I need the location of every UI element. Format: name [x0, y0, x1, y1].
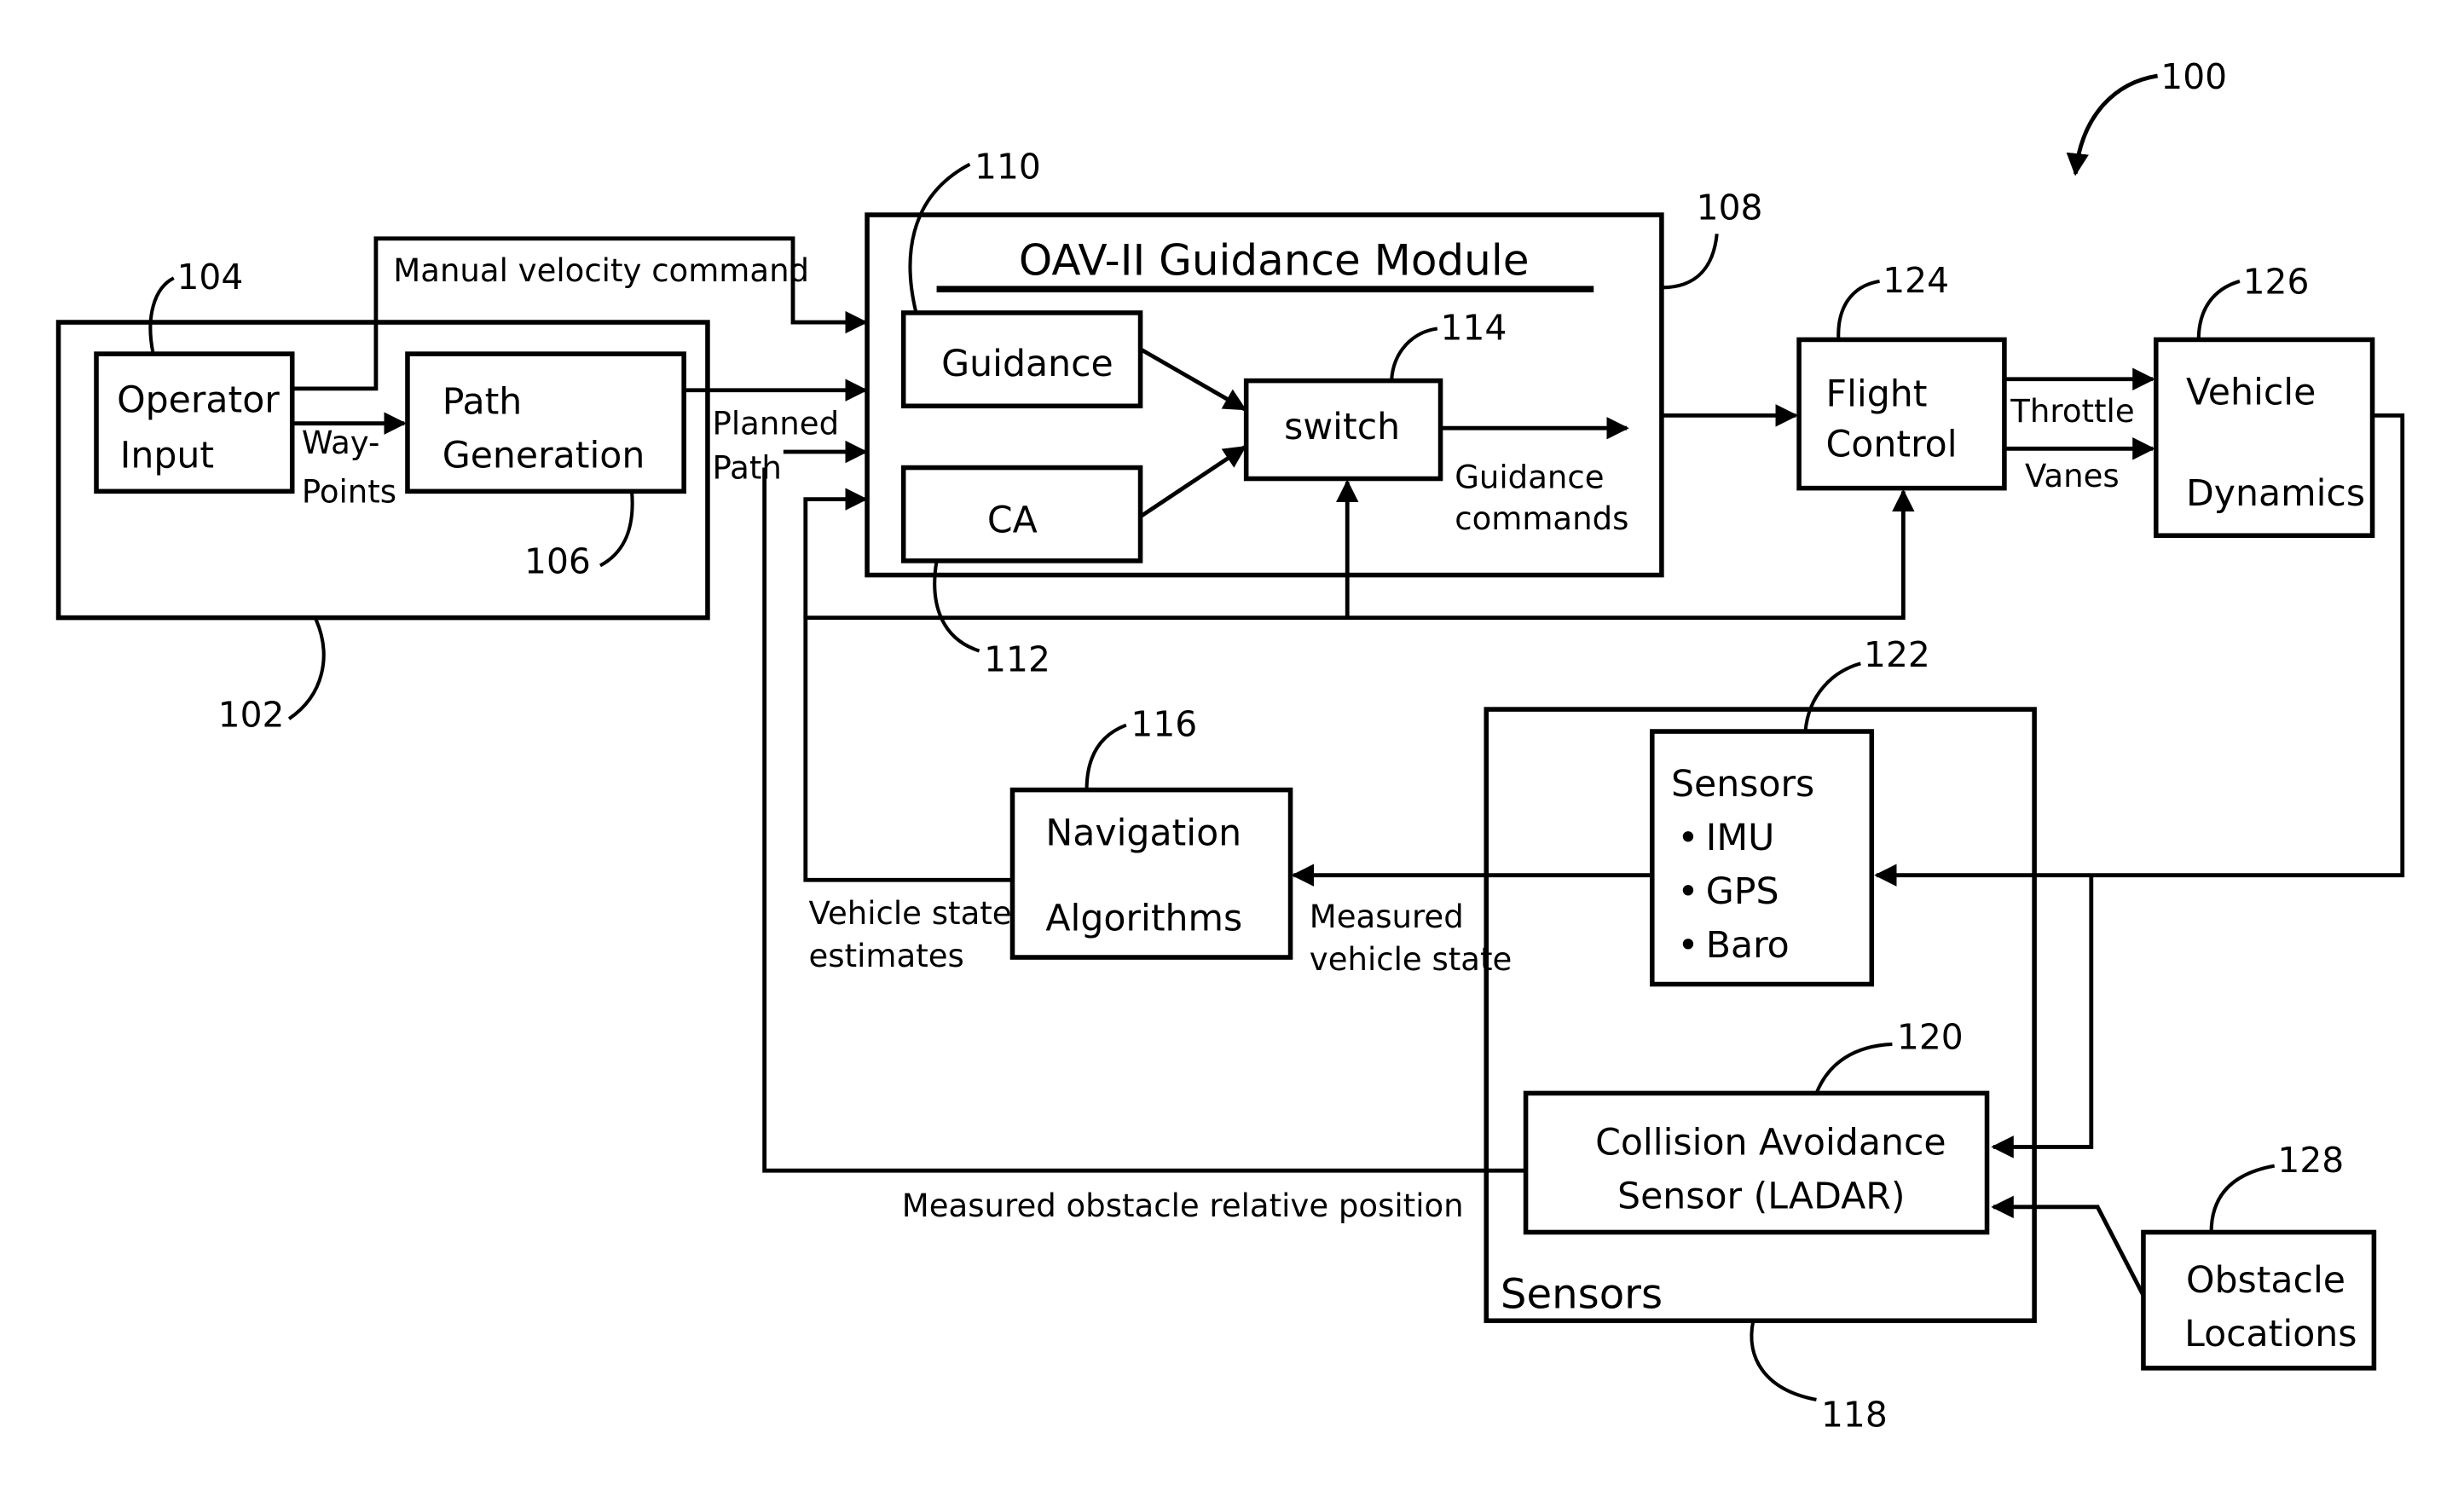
vehicle-dynamics-label-line1: Vehicle — [2186, 371, 2316, 413]
ref-126-label: 126 — [2243, 262, 2310, 303]
ref-102-leader — [287, 618, 326, 720]
state-to-guidance-module-arrow — [803, 488, 868, 618]
ref-106-label: 106 — [524, 541, 591, 582]
sensor-item-gps: GPS — [1706, 870, 1779, 913]
sensor-item-baro: Baro — [1706, 924, 1790, 967]
ref-110-label: 110 — [975, 146, 1041, 187]
guidance-commands-label-line2: commands — [1455, 500, 1628, 537]
ref-126-leader — [2196, 279, 2241, 340]
flight-control-label-line1: Flight — [1826, 373, 1928, 415]
ca-sensor-label-line1: Collision Avoidance — [1595, 1122, 1946, 1164]
flight-control-label-line2: Control — [1826, 424, 1958, 466]
ref-124-label: 124 — [1883, 260, 1949, 301]
measured-vehicle-state-label-line1: Measured — [1310, 899, 1464, 935]
ref-114-label: 114 — [1441, 307, 1507, 348]
ref-122-label: 122 — [1864, 634, 1930, 675]
path-generation-label-line1: Path — [442, 381, 523, 424]
manual-velocity-command-label: Manual velocity command — [393, 252, 809, 289]
throttle-label: Throttle — [2010, 393, 2134, 430]
planned-path-label-line2: Path — [713, 450, 782, 487]
vehicle-dynamics-label-line2: Dynamics — [2186, 472, 2365, 515]
sensors-list: • IMU • GPS • Baro — [1677, 817, 1789, 967]
ref-120-leader — [1814, 1042, 1893, 1095]
operator-input-label-line2: Input — [120, 435, 214, 477]
navigation-label-line2: Algorithms — [1045, 898, 1242, 940]
ref-120-label: 120 — [1897, 1017, 1964, 1058]
vehicle-state-estimates-label-line2: estimates — [809, 938, 964, 974]
ref-100-label: 100 — [2160, 56, 2227, 97]
planned-path-label-line1: Planned — [713, 406, 840, 442]
sensors-block-title: Sensors — [1671, 763, 1814, 806]
ref-118-label: 118 — [1821, 1394, 1888, 1435]
ref-128-label: 128 — [2277, 1140, 2344, 1181]
ref-112-label: 112 — [984, 639, 1050, 680]
waypoints-label-line1: Way- — [302, 425, 380, 461]
ref-104-label: 104 — [176, 257, 243, 298]
ref-116-leader — [1085, 723, 1127, 790]
ref-118-leader — [1750, 1320, 1817, 1401]
vehicle-state-estimates-label-line1: Vehicle state — [809, 895, 1012, 932]
ref-100-curved-arrow — [2066, 73, 2158, 176]
path-generation-label-line2: Generation — [442, 435, 645, 477]
measured-vehicle-state-label-line2: vehicle state — [1310, 941, 1513, 978]
sensor-item-bullet: • — [1677, 817, 1698, 859]
operator-input-label-line1: Operator — [117, 379, 280, 422]
sensor-item-bullet: • — [1677, 870, 1698, 913]
vehicle-dynamics-to-ca-sensor-arrow — [1991, 875, 2094, 1159]
sensor-item-imu: IMU — [1706, 817, 1775, 859]
sensors-group-label: Sensors — [1501, 1270, 1663, 1318]
switch-block-label: switch — [1284, 406, 1400, 448]
obstacle-locations-label-line1: Obstacle — [2186, 1259, 2345, 1302]
figure-reference-100: 100 — [2066, 56, 2227, 176]
ref-102-label: 102 — [218, 694, 285, 735]
obstacle-locations-to-ca-sensor-arrow — [1991, 1195, 2146, 1297]
measured-obstacle-position-label: Measured obstacle relative position — [902, 1187, 1464, 1224]
ref-122-leader — [1803, 662, 1861, 732]
ca-sensor-label-line2: Sensor (LADAR) — [1617, 1176, 1905, 1218]
ref-108-label: 108 — [1697, 188, 1763, 228]
sensor-item-bullet: • — [1677, 924, 1698, 967]
ref-128-leader — [2209, 1164, 2276, 1233]
guidance-block-label: Guidance — [941, 343, 1113, 385]
navigation-label-line1: Navigation — [1045, 812, 1241, 854]
obstacle-locations-label-line2: Locations — [2184, 1313, 2357, 1355]
waypoints-label-line2: Points — [302, 473, 396, 510]
vanes-label: Vanes — [2025, 458, 2120, 494]
ref-124-leader — [1836, 279, 1880, 340]
ca-block-label: CA — [987, 500, 1038, 542]
guidance-commands-label-line1: Guidance — [1455, 459, 1604, 496]
ref-116-label: 116 — [1131, 704, 1197, 745]
oav-guidance-block-diagram: 100 102 Operator Input 104 Path Generati… — [55, 56, 2405, 1435]
ref-108-leader — [1661, 234, 1719, 290]
guidance-module-title: OAV-II Guidance Module — [1019, 235, 1530, 285]
